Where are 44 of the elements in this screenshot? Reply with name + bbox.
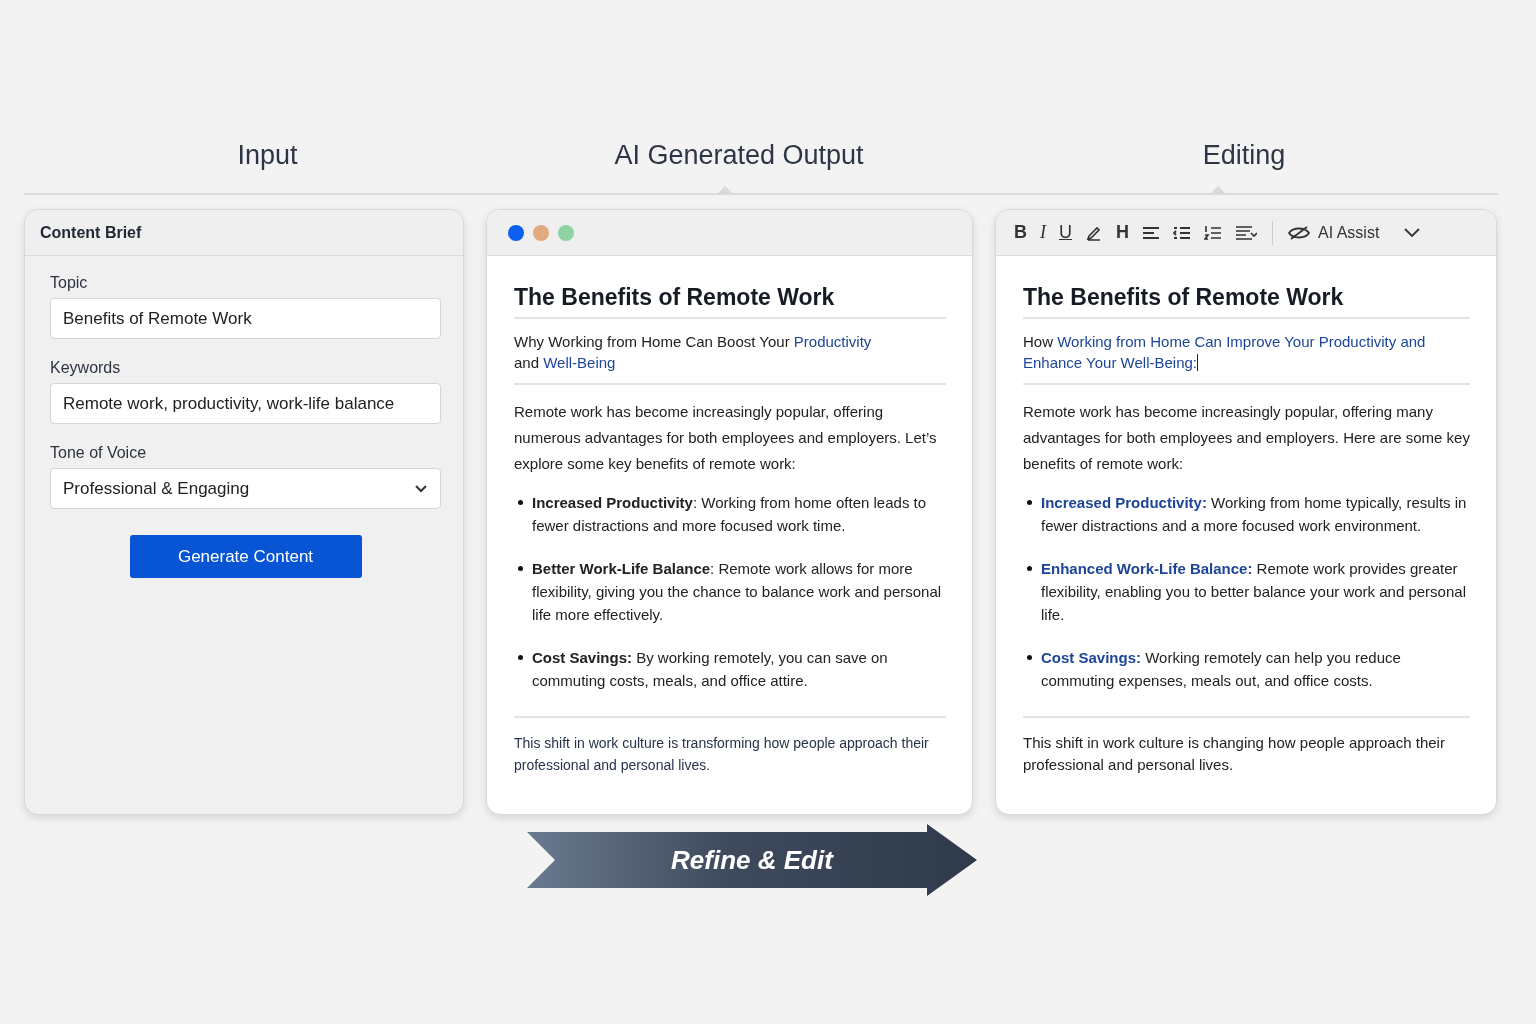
- bullet-list-icon[interactable]: [1173, 224, 1191, 241]
- bullet-icon: [518, 655, 523, 660]
- format-button[interactable]: B: [1014, 222, 1027, 243]
- heading-button[interactable]: H: [1116, 222, 1129, 243]
- bullet-text: Cost Savings: Working remotely can help you reduce commuting expenses, meals out, and office costs.: [1041, 648, 1402, 691]
- chevron-down-icon[interactable]: [1404, 227, 1421, 238]
- bullet-text: Better Work-Life Balance: Remote work allows for more flexibility, giving you the chance to balance work and personal life more effectively.: [532, 559, 943, 625]
- bullet-text: Enhanced Work-Life Balance: Remote work provides greater flexibility, enabling you to better balance your work and personal life.: [1041, 559, 1467, 625]
- bullet-text: Cost Savings: By working remotely, you can save on commuting costs, meals, and office attire.: [532, 648, 889, 691]
- format-button[interactable]: I: [1040, 222, 1046, 243]
- intro-paragraph: Remote work has become increasingly popular, offering many advantages for both employees and employers. Here are some key benefits of remote work:: [1023, 402, 1470, 474]
- bullet-icon: [1027, 566, 1032, 571]
- closing-paragraph: This shift in work culture is transforming how people approach their professional and personal lives.: [514, 716, 946, 776]
- eye-icon: [1288, 224, 1310, 241]
- text-wrap-icon[interactable]: [1235, 224, 1257, 241]
- panel-title: Content Brief: [39, 223, 142, 242]
- input-field[interactable]: Benefits of Remote Work: [50, 298, 441, 339]
- closing-paragraph: This shift in work culture is changing how people approach their professional and personal lives.: [1023, 716, 1470, 776]
- bullet-icon: [518, 566, 523, 571]
- input-field[interactable]: Remote work, productivity, work-life balance: [50, 383, 441, 424]
- field-label: Keywords: [50, 359, 122, 377]
- field-label: Tone of Voice: [50, 444, 148, 462]
- numbered-list-icon[interactable]: [1204, 224, 1222, 241]
- field-label: Topic: [50, 274, 89, 292]
- ai-assist-button[interactable]: AI Assist: [1288, 223, 1380, 242]
- generate-button[interactable]: Generate Content: [129, 535, 362, 578]
- align-icon[interactable]: [1142, 224, 1160, 241]
- article-subtitle: How Working from Home Can Improve Your Productivity and Enhance Your Well-Being:: [1023, 319, 1470, 385]
- bullet-icon: [1027, 500, 1032, 505]
- chevron-down-icon: [414, 484, 428, 493]
- bullet-text: Increased Productivity: Working from home typically, results in fewer distractions and a more focused work environment.: [1041, 493, 1468, 536]
- bullet-icon: [1027, 655, 1032, 660]
- article-title: The Benefits of Remote Work: [514, 284, 946, 319]
- stage-heading: Editing: [1202, 140, 1286, 170]
- format-button[interactable]: U: [1059, 222, 1072, 243]
- arrow-label: Refine & Edit: [671, 844, 833, 876]
- article-subtitle: Why Working from Home Can Boost Your Productivity and Well-Being: [514, 319, 946, 385]
- bullet-icon: [518, 500, 523, 505]
- intro-paragraph: Remote work has become increasingly popular, offering numerous advantages for both employees and employers. Let’s explore some key benefits of remote work:: [514, 402, 938, 474]
- dropdown-field[interactable]: Professional & Engaging: [50, 468, 441, 509]
- bullet-text: Increased Productivity: Working from home often leads to fewer distractions and more focused work time.: [532, 493, 928, 536]
- article-title: The Benefits of Remote Work: [1023, 284, 1470, 319]
- stage-heading: Input: [237, 140, 298, 170]
- stage-heading: AI Generated Output: [614, 140, 864, 170]
